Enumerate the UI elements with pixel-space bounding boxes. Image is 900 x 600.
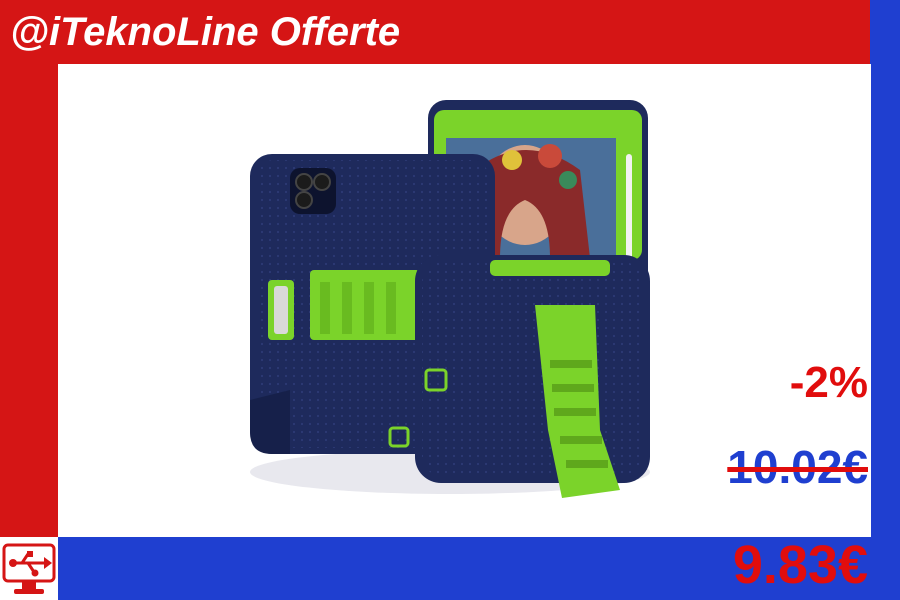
sale-price: 9.83€ — [732, 535, 868, 595]
discount-percentage: -2% — [789, 358, 868, 407]
original-price: 10.02€ — [727, 441, 868, 493]
brand-title: @iTeknoLine Offerte — [10, 10, 401, 54]
offer-banner: @iTeknoLine Offerte -2% 10.02€ 9.83€ — [0, 0, 900, 600]
blue-side-strip — [870, 0, 900, 600]
usb-monitor-icon — [0, 537, 58, 600]
tablet-rugged-case-image — [250, 100, 650, 498]
